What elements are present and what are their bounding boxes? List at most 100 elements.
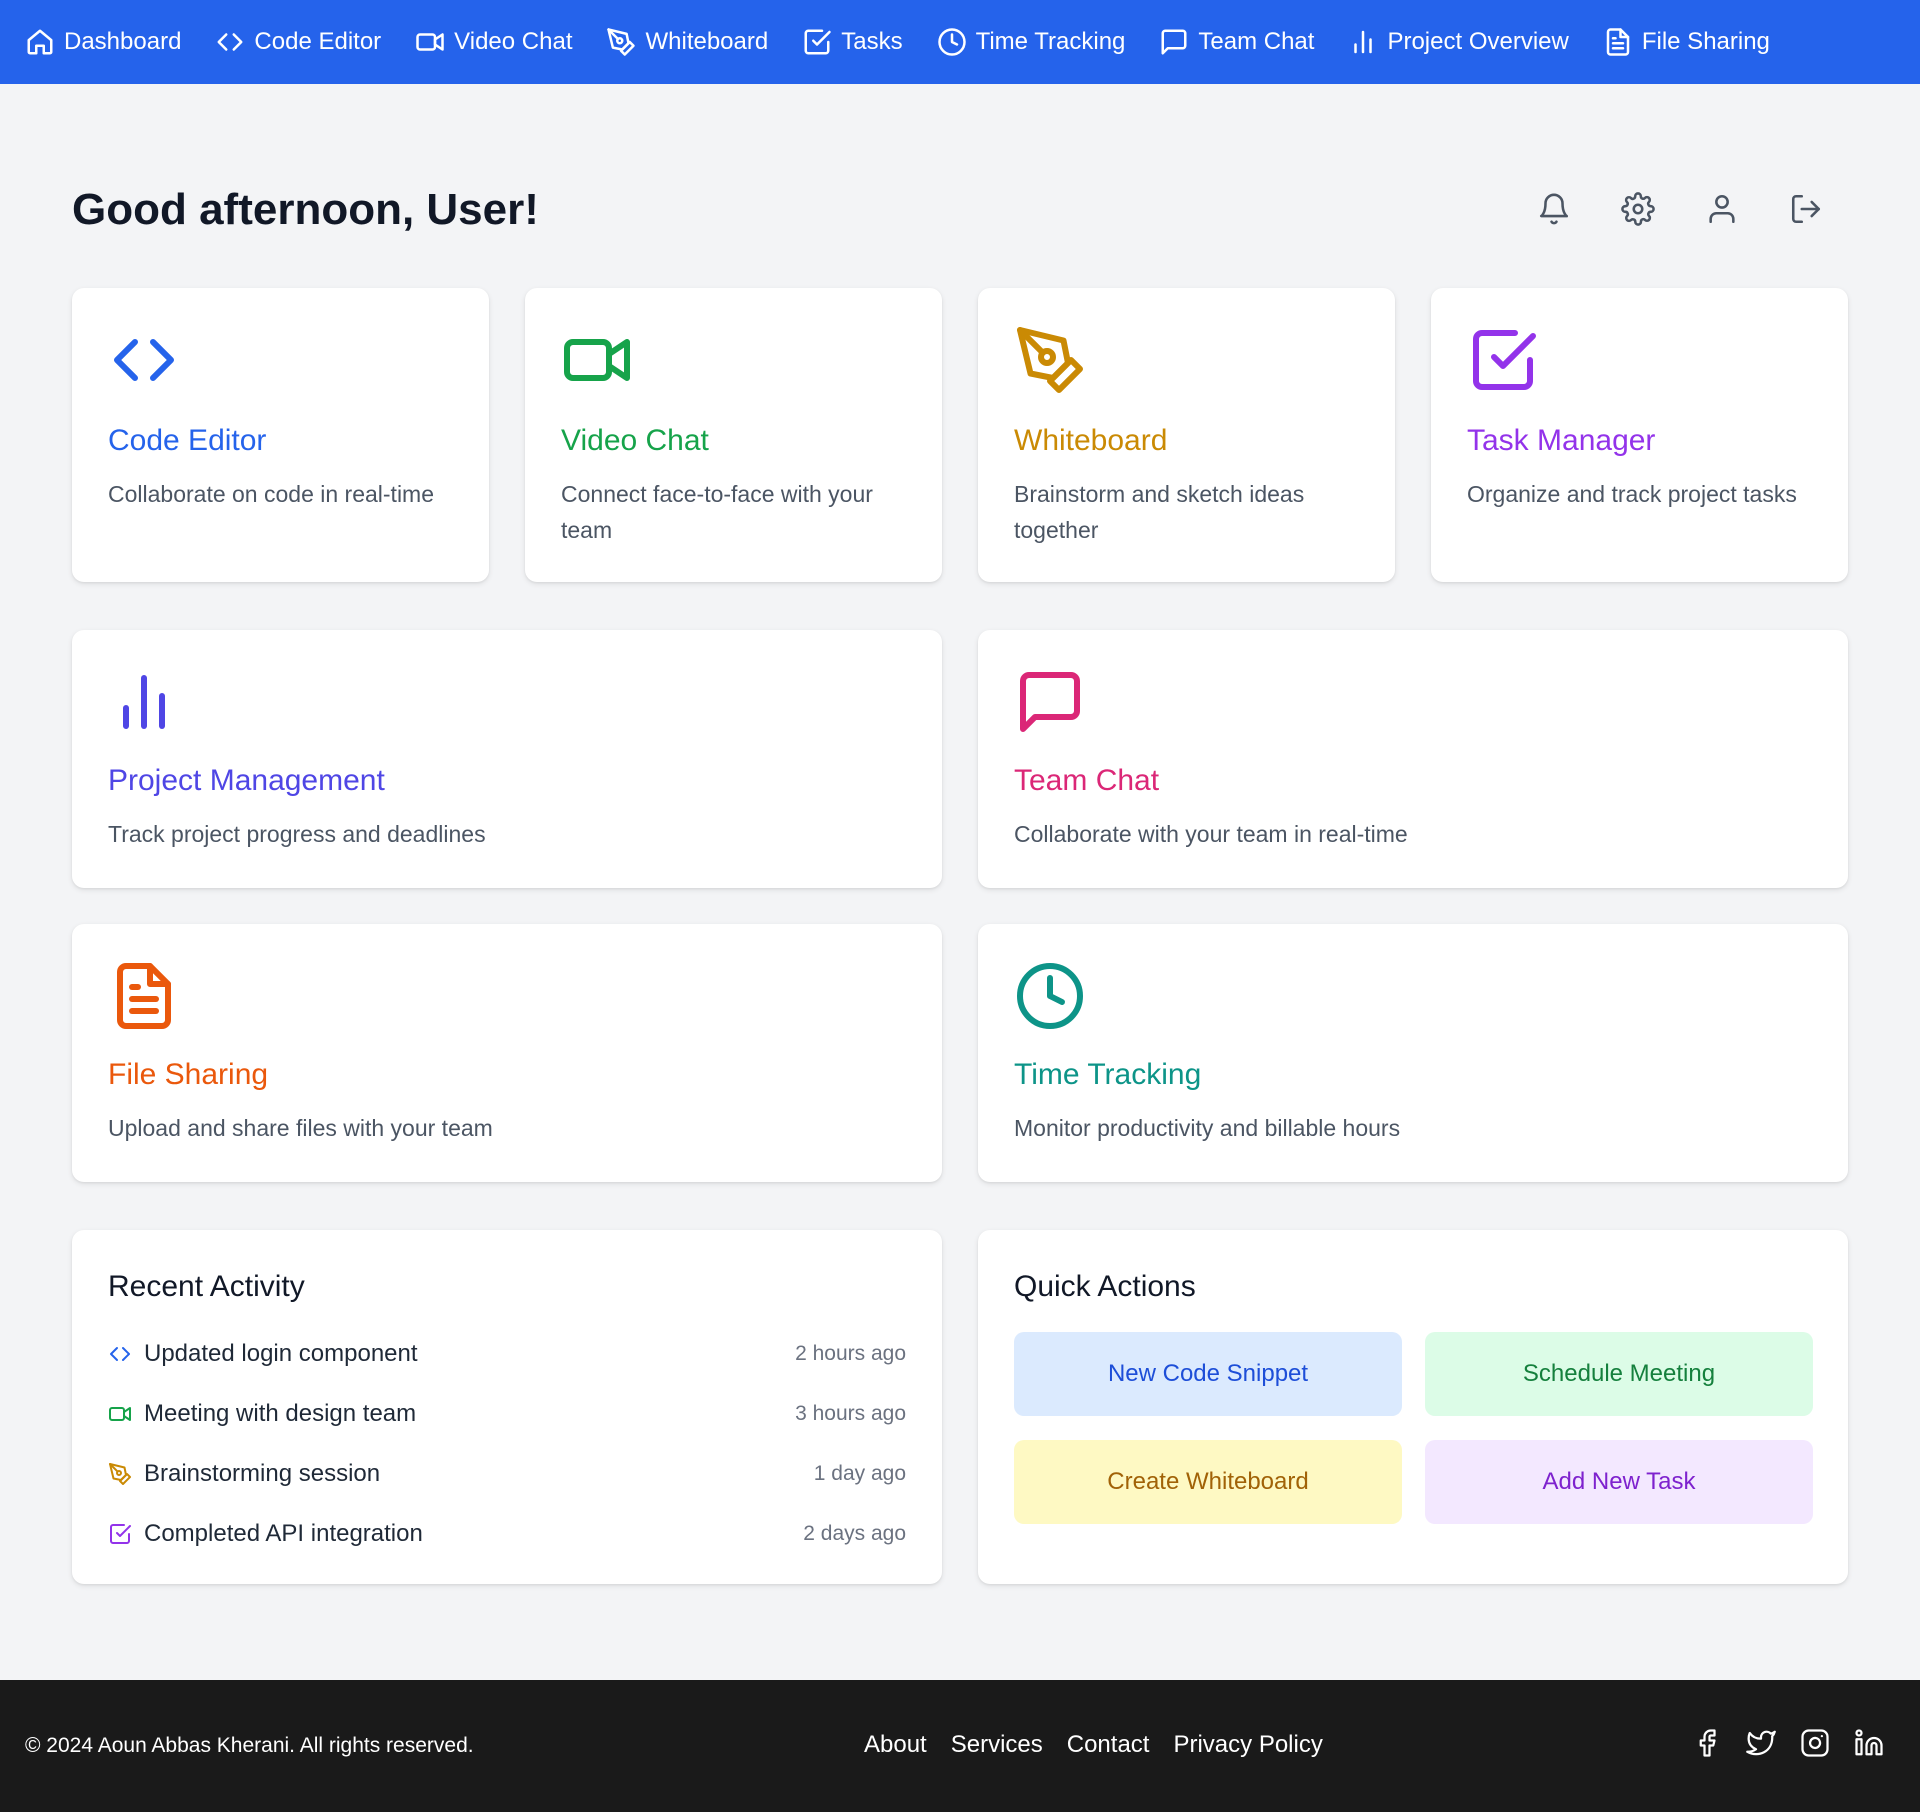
feature-card-team-chat[interactable]: Team Chat Collaborate with your team in … xyxy=(978,630,1848,888)
bar-chart-icon xyxy=(123,675,165,729)
clock-icon xyxy=(1017,963,1083,1029)
feature-card-video-chat[interactable]: Video Chat Connect face-to-face with you… xyxy=(525,288,942,582)
pen-tool-icon xyxy=(1017,327,1083,393)
nav-tasks[interactable]: Tasks xyxy=(802,27,903,57)
page-title: Good afternoon, User! xyxy=(72,185,539,234)
feature-card-task-manager[interactable]: Task Manager Organize and track project … xyxy=(1431,288,1848,582)
nav-label: File Sharing xyxy=(1641,28,1770,55)
card-title: Team Chat xyxy=(1014,764,1160,797)
activity-item[interactable]: Updated login component 2 hours ago xyxy=(108,1334,906,1374)
video-icon xyxy=(416,33,444,51)
footer-link-about[interactable]: About xyxy=(864,1731,927,1759)
feature-card-whiteboard[interactable]: Whiteboard Brainstorm and sketch ideas t… xyxy=(978,288,1395,582)
card-title: Time Tracking xyxy=(1014,1058,1202,1091)
card-description: Collaborate with your team in real-time xyxy=(1014,821,1408,847)
code-icon xyxy=(114,339,174,381)
copyright-text: © 2024 Aoun Abbas Kherani. All rights re… xyxy=(25,1734,474,1757)
code-icon xyxy=(217,33,243,51)
nav-label: Dashboard xyxy=(64,28,182,55)
card-description: Upload and share files with your team xyxy=(108,1115,493,1141)
quick-actions-panel: Quick Actions New Code Snippet Schedule … xyxy=(978,1230,1848,1584)
file-text-icon xyxy=(1606,28,1630,56)
card-title: Video Chat xyxy=(561,424,709,457)
video-icon xyxy=(564,339,630,381)
profile-button[interactable] xyxy=(1680,188,1764,230)
clock-icon xyxy=(937,28,966,56)
activity-time: 2 hours ago xyxy=(795,1342,906,1365)
instagram-link[interactable] xyxy=(1788,1728,1842,1758)
recent-activity-title: Recent Activity xyxy=(108,1270,305,1303)
page-header: Good afternoon, User! xyxy=(72,84,1848,288)
nav-video-chat[interactable]: Video Chat xyxy=(415,27,572,57)
quick-actions-title: Quick Actions xyxy=(1014,1270,1196,1303)
nav-label: Project Overview xyxy=(1387,28,1569,55)
nav-label: Tasks xyxy=(841,28,903,55)
check-square-icon xyxy=(110,1524,131,1544)
activity-item[interactable]: Completed API integration 2 days ago xyxy=(108,1514,906,1554)
footer-link-privacy-policy[interactable]: Privacy Policy xyxy=(1173,1731,1322,1759)
instagram-icon xyxy=(1801,1729,1829,1757)
activity-text: Updated login component xyxy=(144,1340,418,1367)
feature-card-project-management[interactable]: Project Management Track project progres… xyxy=(72,630,942,888)
card-title: Task Manager xyxy=(1467,424,1656,457)
activity-item[interactable]: Brainstorming session 1 day ago xyxy=(108,1454,906,1494)
facebook-link[interactable] xyxy=(1680,1728,1734,1758)
settings-icon xyxy=(1621,192,1655,226)
twitter-link[interactable] xyxy=(1734,1728,1788,1758)
bell-icon xyxy=(1539,193,1569,225)
activity-time: 1 day ago xyxy=(813,1462,906,1485)
recent-activity-panel: Recent Activity Updated login component … xyxy=(72,1230,942,1584)
card-title: Whiteboard xyxy=(1014,424,1168,457)
linkedin-link[interactable] xyxy=(1842,1728,1896,1758)
feature-card-time-tracking[interactable]: Time Tracking Monitor productivity and b… xyxy=(978,924,1848,1182)
pen-tool-icon xyxy=(109,1463,131,1485)
check-square-icon xyxy=(1473,330,1536,390)
nav-time-tracking[interactable]: Time Tracking xyxy=(937,27,1126,57)
feature-card-code-editor[interactable]: Code Editor Collaborate on code in real-… xyxy=(72,288,489,582)
activity-text: Meeting with design team xyxy=(144,1400,417,1427)
logout-icon xyxy=(1791,194,1821,224)
nav-label: Video Chat xyxy=(454,28,573,55)
card-title: Project Management xyxy=(108,764,385,797)
nav-dashboard[interactable]: Dashboard xyxy=(25,27,181,57)
facebook-icon xyxy=(1699,1729,1716,1757)
logout-button[interactable] xyxy=(1764,188,1848,230)
nav-label: Team Chat xyxy=(1198,28,1315,55)
video-icon xyxy=(109,1407,131,1421)
nav-file-sharing[interactable]: File Sharing xyxy=(1603,27,1770,57)
footer-link-services[interactable]: Services xyxy=(951,1731,1043,1759)
schedule-meeting-button[interactable]: Schedule Meeting xyxy=(1425,1332,1813,1416)
notifications-button[interactable] xyxy=(1512,188,1596,230)
social-links xyxy=(1680,1728,1896,1758)
nav-whiteboard[interactable]: Whiteboard xyxy=(606,27,768,57)
nav-label: Time Tracking xyxy=(975,28,1126,55)
header-actions xyxy=(1512,188,1848,230)
add-new-task-button[interactable]: Add New Task xyxy=(1425,1440,1813,1524)
feature-card-file-sharing[interactable]: File Sharing Upload and share files with… xyxy=(72,924,942,1182)
linkedin-icon xyxy=(1855,1729,1883,1756)
message-square-icon xyxy=(1161,29,1187,55)
nav-code-editor[interactable]: Code Editor xyxy=(215,27,381,57)
user-icon xyxy=(1709,194,1735,224)
file-text-icon xyxy=(117,963,171,1029)
card-description: Organize and track project tasks xyxy=(1467,481,1797,507)
card-title: Code Editor xyxy=(108,424,267,457)
settings-button[interactable] xyxy=(1596,188,1680,230)
card-description: Connect face-to-face with your team xyxy=(561,481,873,543)
new-code-snippet-button[interactable]: New Code Snippet xyxy=(1014,1332,1402,1416)
code-icon xyxy=(110,1347,130,1361)
home-icon xyxy=(27,29,53,55)
activity-item[interactable]: Meeting with design team 3 hours ago xyxy=(108,1394,906,1434)
footer-link-contact[interactable]: Contact xyxy=(1067,1731,1150,1759)
top-nav: Dashboard Code Editor Video Chat Whitebo… xyxy=(0,0,1920,84)
card-title: File Sharing xyxy=(108,1058,269,1091)
activity-text: Completed API integration xyxy=(144,1520,423,1547)
nav-team-chat[interactable]: Team Chat xyxy=(1159,27,1314,57)
twitter-icon xyxy=(1746,1730,1776,1756)
footer-links: About Services Contact Privacy Policy xyxy=(864,1731,1347,1759)
card-description: Collaborate on code in real-time xyxy=(108,481,435,507)
activity-text: Brainstorming session xyxy=(144,1460,381,1487)
create-whiteboard-button[interactable]: Create Whiteboard xyxy=(1014,1440,1402,1524)
nav-project-overview[interactable]: Project Overview xyxy=(1348,27,1569,57)
card-description: Monitor productivity and billable hours xyxy=(1014,1115,1401,1141)
